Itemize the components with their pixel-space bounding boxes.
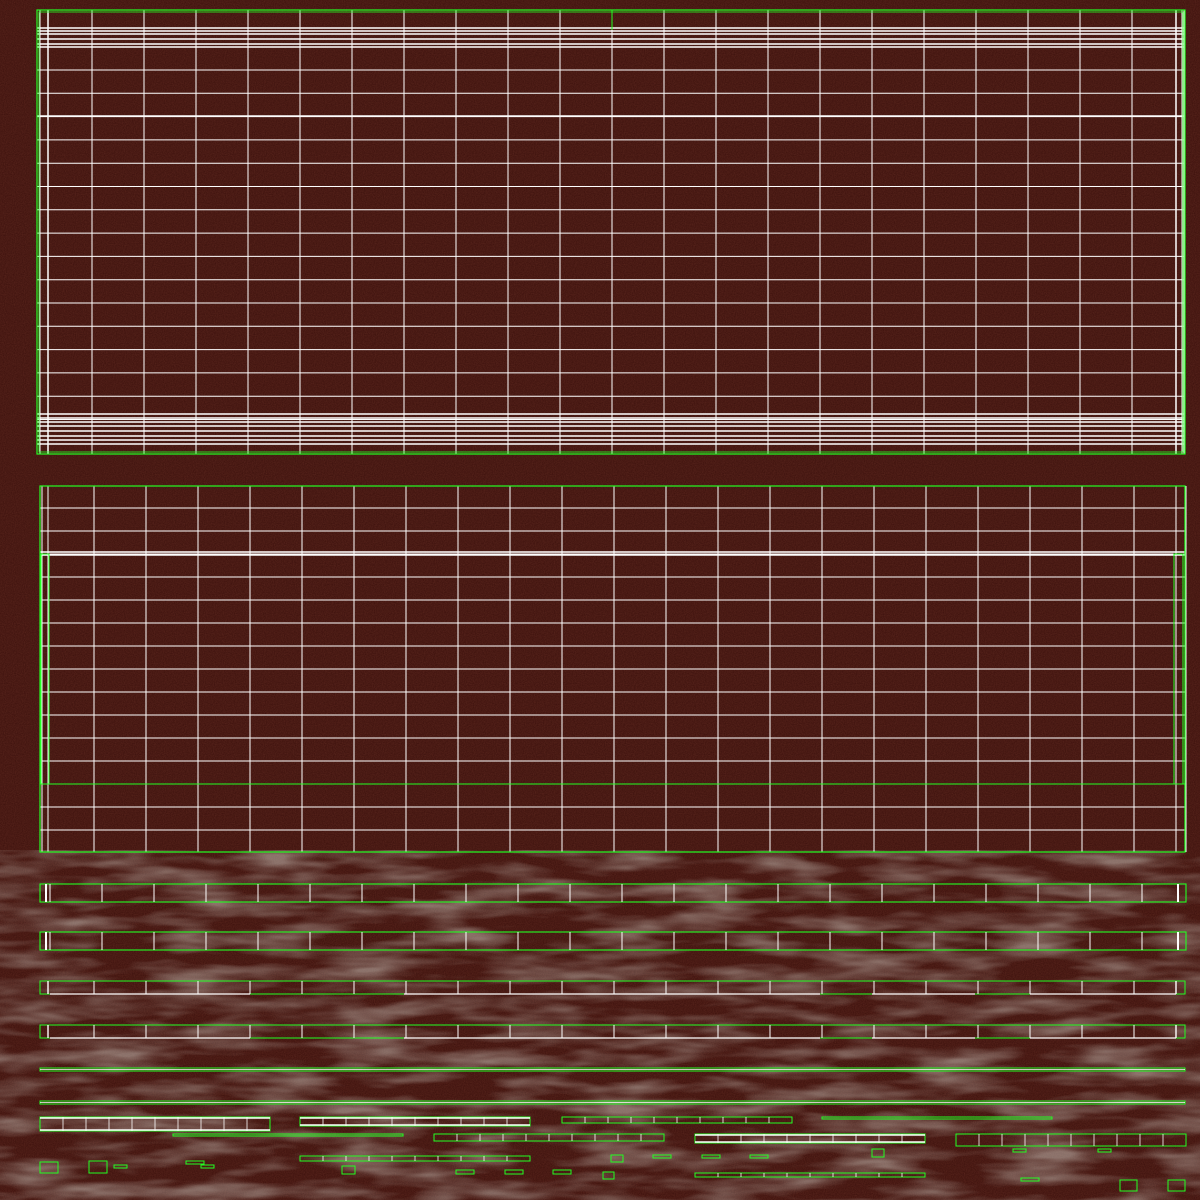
uv-texture-canvas: [0, 0, 1200, 1200]
